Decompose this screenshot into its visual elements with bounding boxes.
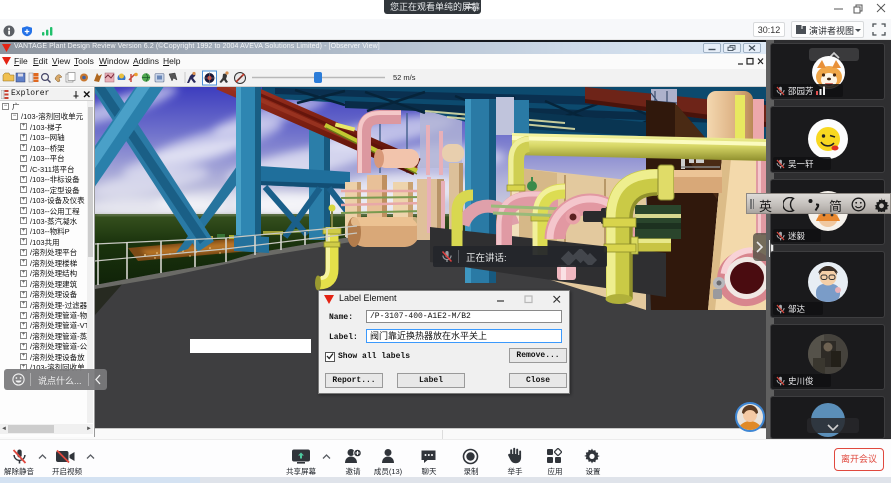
svg-text:52 m/s: 52 m/s [393, 73, 416, 82]
